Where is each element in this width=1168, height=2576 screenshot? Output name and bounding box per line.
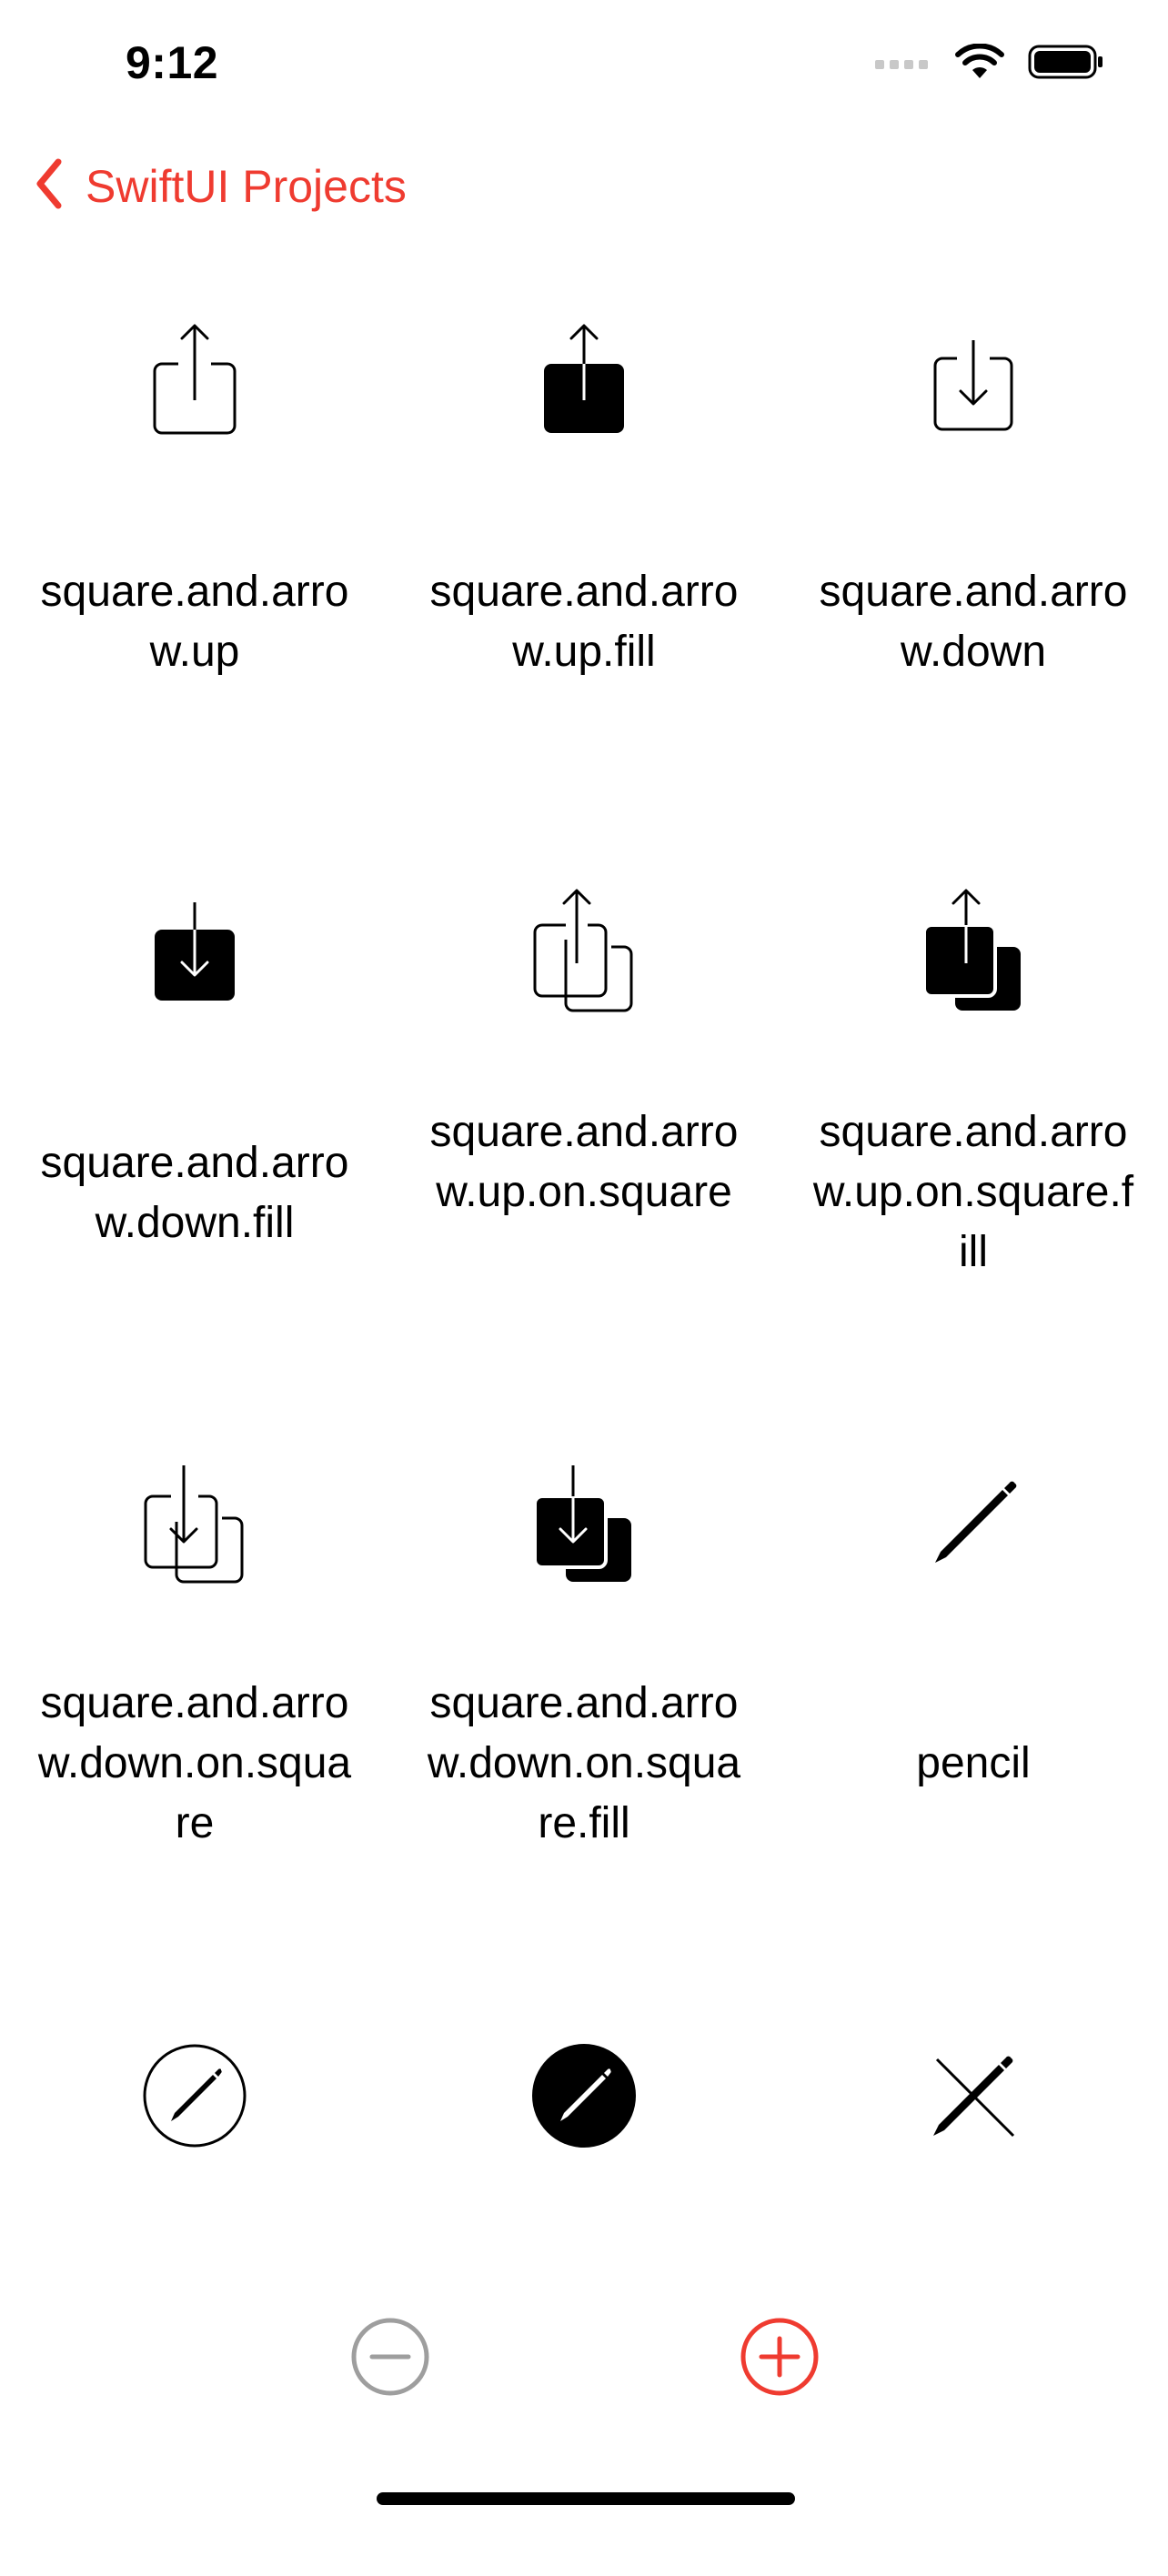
symbol-name: pencil <box>916 1739 1031 1787</box>
symbol-cell[interactable]: square.and.arrow.up.on.square.fill <box>779 862 1168 1434</box>
pencil-circle-fill-icon <box>520 2005 648 2187</box>
symbol-name: square.and.arrow.down <box>819 568 1128 676</box>
plus-circle-icon <box>740 2318 819 2396</box>
symbol-cell[interactable] <box>389 2005 779 2576</box>
square-and-arrow-down-on-square-fill-icon <box>520 1434 648 1615</box>
battery-icon <box>1028 44 1104 85</box>
symbol-name: square.and.arrow.down.fill <box>40 1139 349 1247</box>
navigation-bar: SwiftUI Projects <box>0 146 1168 236</box>
symbol-cell[interactable] <box>779 2005 1168 2576</box>
symbol-name: square.and.arrow.up <box>40 568 349 676</box>
symbol-cell[interactable]: square.and.arrow.up.on.square <box>389 862 779 1434</box>
symbol-name: square.and.arrow.down.on.square <box>37 1679 352 1847</box>
remove-button[interactable] <box>349 2316 431 2398</box>
symbol-name: square.and.arrow.up.on.square.fill <box>812 1108 1134 1276</box>
symbol-name: square.and.arrow.down.on.square.fill <box>427 1679 741 1847</box>
square-and-arrow-up-fill-icon <box>520 291 648 473</box>
symbol-cell[interactable]: square.and.arrow.down.on.square <box>0 1434 389 2005</box>
square-and-arrow-down-fill-icon <box>131 862 258 1044</box>
status-time: 9:12 <box>126 37 219 88</box>
symbol-cell[interactable] <box>0 2005 389 2576</box>
symbol-cell[interactable]: square.and.arrow.up.fill <box>389 291 779 862</box>
status-icons <box>875 43 1104 85</box>
symbol-name: square.and.arrow.up.on.square <box>429 1108 739 1216</box>
symbol-cell[interactable]: pencil <box>779 1434 1168 2005</box>
symbol-cell[interactable]: square.and.arrow.down.on.square.fill <box>389 1434 779 2005</box>
square-and-arrow-down-icon <box>910 291 1037 473</box>
square-and-arrow-down-on-square-icon <box>131 1434 258 1615</box>
minus-circle-icon <box>351 2318 429 2396</box>
bottom-toolbar <box>0 2301 1168 2410</box>
pencil-icon <box>910 1434 1037 1615</box>
back-button-label: SwiftUI Projects <box>86 160 407 212</box>
home-indicator[interactable] <box>377 2492 795 2505</box>
symbol-cell[interactable]: square.and.arrow.down.fill <box>0 862 389 1434</box>
pencil-slash-icon <box>910 2005 1037 2187</box>
add-button[interactable] <box>739 2316 821 2398</box>
wifi-icon <box>955 43 1004 85</box>
square-and-arrow-up-on-square-icon <box>520 862 648 1044</box>
square-and-arrow-up-on-square-fill-icon <box>910 862 1037 1044</box>
back-button[interactable]: SwiftUI Projects <box>33 156 407 216</box>
symbol-name: square.and.arrow.up.fill <box>429 568 739 676</box>
cellular-signal-icon <box>875 53 931 75</box>
pencil-circle-icon <box>131 2005 258 2187</box>
symbol-cell[interactable]: square.and.arrow.down <box>779 291 1168 862</box>
symbol-cell[interactable]: square.and.arrow.up <box>0 291 389 862</box>
square-and-arrow-up-icon <box>131 291 258 473</box>
chevron-left-icon <box>33 156 65 216</box>
status-bar: 9:12 <box>0 0 1168 136</box>
